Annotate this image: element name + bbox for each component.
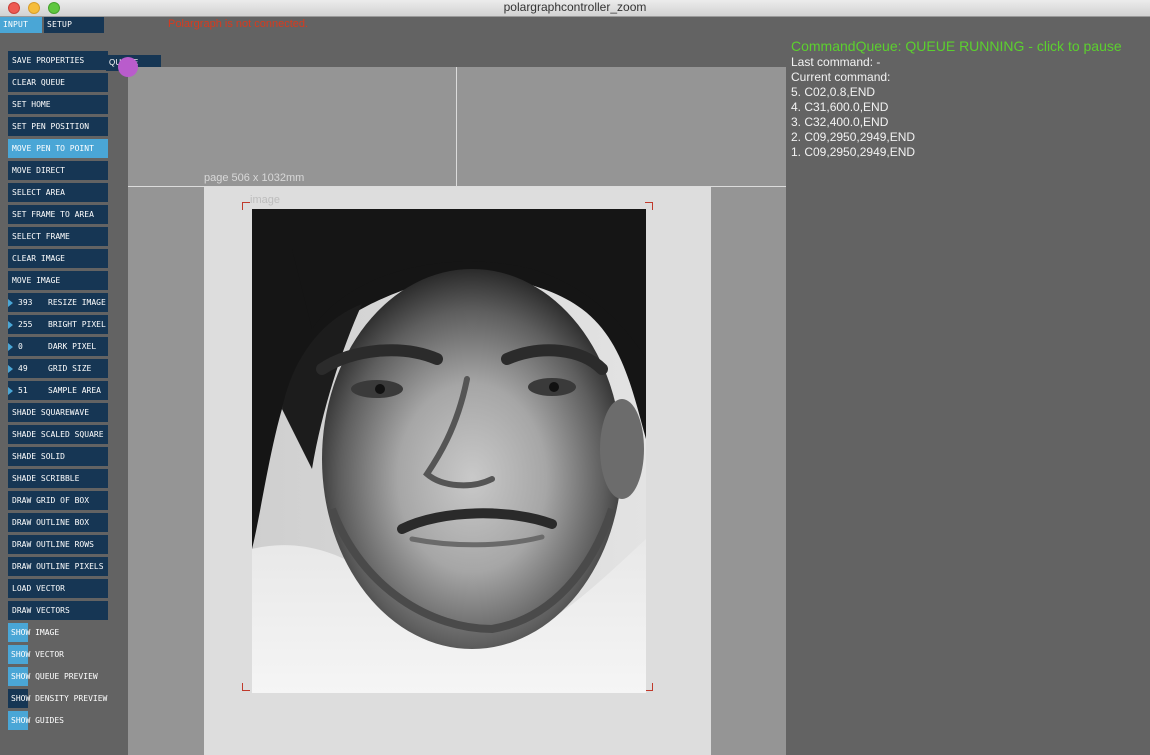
show-density-preview-label: SHOW DENSITY PREVIEW xyxy=(11,694,108,703)
draw-vectors-button[interactable]: DRAW VECTORS xyxy=(8,601,108,620)
grid-size-label: GRID SIZE xyxy=(48,364,92,373)
tab-input[interactable]: INPUT xyxy=(0,17,42,33)
increment-arrow-icon xyxy=(8,387,13,395)
image-label: image xyxy=(250,194,280,206)
image-corner-marker xyxy=(242,683,250,691)
save-properties-button[interactable]: SAVE PROPERTIES xyxy=(8,51,108,70)
shade-scaled-square-button[interactable]: SHADE SCALED SQUARE xyxy=(8,425,108,444)
command-queue-panel: CommandQueue: QUEUE RUNNING - click to p… xyxy=(791,38,1146,160)
move-pen-to-point-button[interactable]: MOVE PEN TO POINT xyxy=(8,139,108,158)
show-image-label: SHOW IMAGE xyxy=(11,628,60,637)
queue-item: 4. C31,600.0,END xyxy=(791,100,889,114)
set-pen-position-button[interactable]: SET PEN POSITION xyxy=(8,117,108,136)
select-area-button[interactable]: SELECT AREA xyxy=(8,183,108,202)
show-vector-label: SHOW VECTOR xyxy=(11,650,64,659)
tab-setup[interactable]: SETUP xyxy=(44,17,104,33)
queue-status-toggle[interactable]: CommandQueue: QUEUE RUNNING - click to p… xyxy=(791,38,1146,55)
sample-area-control[interactable]: 51 SAMPLE AREA xyxy=(8,381,108,400)
window-title: polargraphcontroller_zoom xyxy=(503,0,647,14)
bright-pixel-value: 255 xyxy=(18,320,33,329)
select-frame-button[interactable]: SELECT FRAME xyxy=(8,227,108,246)
sample-area-label: SAMPLE AREA xyxy=(48,386,101,395)
draw-outline-box-button[interactable]: DRAW OUTLINE BOX xyxy=(8,513,108,532)
resize-image-value: 393 xyxy=(18,298,33,307)
draw-outline-rows-button[interactable]: DRAW OUTLINE ROWS xyxy=(8,535,108,554)
resize-image-label: RESIZE IMAGE xyxy=(48,298,106,307)
set-home-button[interactable]: SET HOME xyxy=(8,95,108,114)
last-command: Last command: - xyxy=(791,55,881,69)
dark-pixel-control[interactable]: 0 DARK PIXEL xyxy=(8,337,108,356)
show-queue-preview-label: SHOW QUEUE PREVIEW xyxy=(11,672,98,681)
title-bar: polargraphcontroller_zoom xyxy=(0,0,1150,17)
draw-outline-pixels-button[interactable]: DRAW OUTLINE PIXELS xyxy=(8,557,108,576)
set-frame-to-area-button[interactable]: SET FRAME TO AREA xyxy=(8,205,108,224)
image-corner-marker xyxy=(242,202,250,210)
shade-solid-button[interactable]: SHADE SOLID xyxy=(8,447,108,466)
image-corner-marker xyxy=(645,202,653,210)
pen-cursor-indicator xyxy=(118,57,138,77)
shade-scribble-button[interactable]: SHADE SCRIBBLE xyxy=(8,469,108,488)
portrait-image[interactable] xyxy=(252,209,646,693)
dark-pixel-value: 0 xyxy=(18,342,23,351)
draw-grid-of-box-button[interactable]: DRAW GRID OF BOX xyxy=(8,491,108,510)
drawing-canvas[interactable]: page 506 x 1032mm image xyxy=(128,67,786,755)
shade-squarewave-button[interactable]: SHADE SQUAREWAVE xyxy=(8,403,108,422)
increment-arrow-icon xyxy=(8,321,13,329)
current-command: Current command: xyxy=(791,70,891,84)
connection-status: Polargraph is not connected. xyxy=(168,18,309,30)
clear-queue-button[interactable]: CLEAR QUEUE xyxy=(8,73,108,92)
queue-item: 1. C09,2950,2949,END xyxy=(791,145,916,159)
increment-arrow-icon xyxy=(8,343,13,351)
move-image-button[interactable]: MOVE IMAGE xyxy=(8,271,108,290)
dark-pixel-label: DARK PIXEL xyxy=(48,342,97,351)
image-corner-marker xyxy=(645,683,653,691)
clear-image-button[interactable]: CLEAR IMAGE xyxy=(8,249,108,268)
queue-item: 2. C09,2950,2949,END xyxy=(791,130,916,144)
bright-pixel-label: BRIGHT PIXEL xyxy=(48,320,106,329)
portrait-photo-graphic xyxy=(252,209,646,693)
sample-area-value: 51 xyxy=(18,386,28,395)
queue-item: 3. C32,400.0,END xyxy=(791,115,889,129)
grid-size-control[interactable]: 49 GRID SIZE xyxy=(8,359,108,378)
queue-item: 5. C02,0.8,END xyxy=(791,85,876,99)
resize-image-control[interactable]: 393 RESIZE IMAGE xyxy=(8,293,108,312)
increment-arrow-icon xyxy=(8,365,13,373)
page-size-label: page 506 x 1032mm xyxy=(204,172,305,184)
show-guides-label: SHOW GUIDES xyxy=(11,716,64,725)
increment-arrow-icon xyxy=(8,299,13,307)
grid-size-value: 49 xyxy=(18,364,28,373)
guide-vertical-line xyxy=(456,67,457,186)
move-direct-button[interactable]: MOVE DIRECT xyxy=(8,161,108,180)
load-vector-button[interactable]: LOAD VECTOR xyxy=(8,579,108,598)
bright-pixel-control[interactable]: 255 BRIGHT PIXEL xyxy=(8,315,108,334)
